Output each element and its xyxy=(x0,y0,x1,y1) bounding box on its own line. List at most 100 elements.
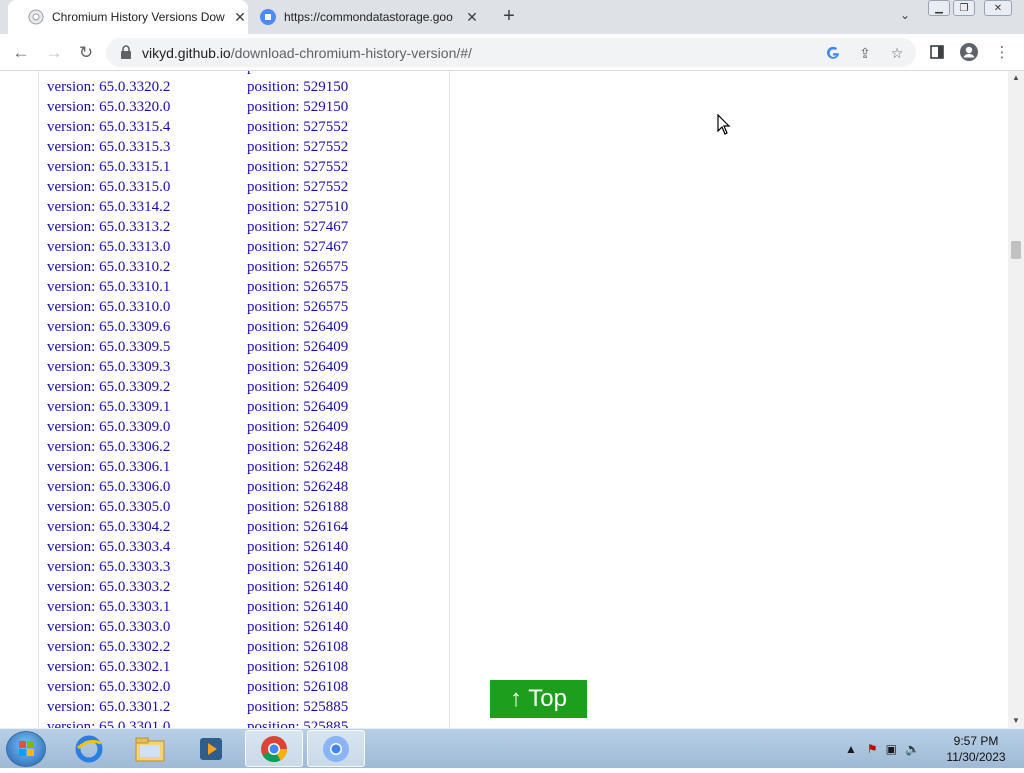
list-item[interactable]: version: 65.0.3303.2 position: 526140 xyxy=(47,577,447,597)
list-item[interactable]: version: 65.0.3303.3 position: 526140 xyxy=(47,557,447,577)
internet-explorer-icon[interactable] xyxy=(60,730,118,767)
position-link[interactable]: position: 527467 xyxy=(247,237,348,257)
version-link[interactable]: version: 65.0.3303.1 xyxy=(47,597,170,617)
version-link[interactable]: version: 65.0.3302.2 xyxy=(47,637,170,657)
list-item[interactable]: version: 65.0.3313.2 position: 527467 xyxy=(47,217,447,237)
list-item[interactable]: version: 65.0.3315.4 position: 527552 xyxy=(47,117,447,137)
list-item[interactable]: version: 65.0.3305.0 position: 526188 xyxy=(47,497,447,517)
version-link[interactable]: version: 65.0.3320.0 xyxy=(47,97,170,117)
position-link[interactable]: position: 526140 xyxy=(247,577,348,597)
version-link[interactable]: version: 65.0.3303.0 xyxy=(47,617,170,637)
list-item[interactable]: version: 65.0.3315.1 position: 527552 xyxy=(47,157,447,177)
version-link[interactable]: version: 65.0.3303.3 xyxy=(47,557,170,577)
position-link[interactable]: position: 527552 xyxy=(247,117,348,137)
list-item[interactable]: version: 65.0.3313.0 position: 527467 xyxy=(47,237,447,257)
url-text[interactable]: vikyd.github.io/download-chromium-histor… xyxy=(142,45,472,61)
position-link[interactable]: position: 526248 xyxy=(247,477,348,497)
version-link[interactable]: version: 65.0.3310.1 xyxy=(47,277,170,297)
address-bar[interactable]: vikyd.github.io/download-chromium-histor… xyxy=(106,38,916,67)
position-link[interactable]: position: 526108 xyxy=(247,657,348,677)
profile-avatar-icon[interactable] xyxy=(959,42,979,62)
position-link[interactable]: position: 527552 xyxy=(247,177,348,197)
list-item[interactable]: version: 65.0.3309.1 position: 526409 xyxy=(47,397,447,417)
list-item[interactable]: version: 65.0.3306.0 position: 526248 xyxy=(47,477,447,497)
version-link[interactable]: version: 65.0.3310.2 xyxy=(47,257,170,277)
list-item[interactable]: version: 65.0.3303.4 position: 526140 xyxy=(47,537,447,557)
list-item[interactable]: version: 65.0.3306.2 position: 526248 xyxy=(47,437,447,457)
position-link[interactable]: position: 527552 xyxy=(247,137,348,157)
position-link[interactable]: position: 526409 xyxy=(247,417,348,437)
list-item[interactable]: version: 65.0.3320.2 position: 529150 xyxy=(47,77,447,97)
position-link[interactable]: position: 526164 xyxy=(247,517,348,537)
chrome-taskbar-icon[interactable] xyxy=(245,730,303,767)
list-item[interactable]: version: 65.0.3310.1 position: 526575 xyxy=(47,277,447,297)
show-hidden-icons-icon[interactable]: ▲ xyxy=(845,742,857,756)
version-link[interactable]: version: 65.0.3301.0 xyxy=(47,717,170,728)
scroll-down-arrow-icon[interactable]: ▼ xyxy=(1008,714,1024,728)
back-to-top-button[interactable]: ↑ Top xyxy=(490,680,587,718)
list-item[interactable]: version: 65.0.3310.2 position: 526575 xyxy=(47,257,447,277)
list-item[interactable]: version: 65.0.3302.0 position: 526108 xyxy=(47,677,447,697)
restore-button[interactable]: ❐ xyxy=(953,0,975,16)
position-link[interactable]: position: 526140 xyxy=(247,557,348,577)
position-link[interactable]: position: 526575 xyxy=(247,257,348,277)
list-item[interactable]: version: 65.0.3302.1 position: 526108 xyxy=(47,657,447,677)
version-link[interactable]: version: 65.0.3315.3 xyxy=(47,137,170,157)
scrollbar-thumb[interactable] xyxy=(1011,241,1021,259)
position-link[interactable]: position: 526409 xyxy=(247,337,348,357)
version-link[interactable]: version: 65.0.3310.0 xyxy=(47,297,170,317)
version-link[interactable]: version: 65.0.3314.2 xyxy=(47,197,170,217)
list-item[interactable]: version: 65.0.3302.2 position: 526108 xyxy=(47,637,447,657)
position-link[interactable]: position: 527510 xyxy=(247,197,348,217)
version-link[interactable]: version: 65.0.3315.4 xyxy=(47,117,170,137)
google-lens-icon[interactable] xyxy=(824,44,842,62)
position-link[interactable]: position: 526108 xyxy=(247,637,348,657)
list-item[interactable]: version: 65.0.3315.3 position: 527552 xyxy=(47,137,447,157)
version-link[interactable]: version: 65.0.3313.0 xyxy=(47,237,170,257)
position-link[interactable]: position: 525885 xyxy=(247,717,348,728)
taskbar-clock[interactable]: 9:57 PM 11/30/2023 xyxy=(936,733,1016,765)
position-link[interactable]: position: 527467 xyxy=(247,217,348,237)
position-link[interactable]: position: 527552 xyxy=(247,157,348,177)
version-link[interactable]: version: 65.0.3315.0 xyxy=(47,177,170,197)
list-item[interactable]: version: 65.0.3304.2 position: 526164 xyxy=(47,517,447,537)
scroll-up-arrow-icon[interactable]: ▲ xyxy=(1008,71,1024,85)
position-link[interactable]: position: 526409 xyxy=(247,397,348,417)
version-link[interactable]: version: 65.0.3309.3 xyxy=(47,357,170,377)
version-link[interactable]: version: 65.0.3301.2 xyxy=(47,697,170,717)
start-button[interactable] xyxy=(6,731,46,767)
lock-icon[interactable] xyxy=(120,45,132,59)
version-link[interactable]: version: 65.0.3302.0 xyxy=(47,677,170,697)
list-item[interactable]: version: 65.0.3310.0 position: 526575 xyxy=(47,297,447,317)
version-link[interactable]: version: 65.0.3309.5 xyxy=(47,337,170,357)
close-window-button[interactable]: ✕ xyxy=(984,0,1012,16)
version-link[interactable]: version: 65.0.3303.2 xyxy=(47,577,170,597)
tab-commondatastorage[interactable]: https://commondatastorage.goo ✕ xyxy=(240,0,490,34)
position-link[interactable]: position: 526248 xyxy=(247,437,348,457)
version-link[interactable]: version: 65.0.3309.1 xyxy=(47,397,170,417)
network-icon[interactable]: ▣ xyxy=(886,742,897,756)
list-item[interactable]: version: 65.0.3314.2 position: 527510 xyxy=(47,197,447,217)
list-item[interactable]: version: 65.0.3309.5 position: 526409 xyxy=(47,337,447,357)
list-item[interactable]: version: 65.0.3309.0 position: 526409 xyxy=(47,417,447,437)
page-scrollbar[interactable]: ▲ ▼ xyxy=(1008,71,1024,728)
tab-chromium-history[interactable]: Chromium History Versions Dow ✕ xyxy=(8,0,248,34)
back-button[interactable]: ← xyxy=(10,42,32,64)
list-item[interactable]: version: 65.0.3309.3 position: 526409 xyxy=(47,357,447,377)
position-link[interactable]: position: 526140 xyxy=(247,597,348,617)
side-panel-icon[interactable] xyxy=(927,42,947,62)
version-link[interactable]: version: 65.0.3304.2 xyxy=(47,517,170,537)
version-link[interactable]: version: 65.0.3306.2 xyxy=(47,437,170,457)
position-link[interactable]: position: 529150 xyxy=(247,97,348,117)
position-link[interactable]: position: 526188 xyxy=(247,497,348,517)
list-item[interactable]: version: 65.0.3309.2 position: 526409 xyxy=(47,377,447,397)
version-link[interactable]: version: 65.0.3315.1 xyxy=(47,157,170,177)
forward-button[interactable]: → xyxy=(43,42,65,64)
share-icon[interactable]: ⇪ xyxy=(856,44,874,62)
position-link[interactable]: position: 526409 xyxy=(247,317,348,337)
version-link[interactable]: version: 65.0.3305.0 xyxy=(47,497,170,517)
version-link[interactable]: version: 65.0.3309.0 xyxy=(47,417,170,437)
list-item[interactable]: version: 65.0.3303.1 position: 526140 xyxy=(47,597,447,617)
version-link[interactable]: version: 65.0.3302.1 xyxy=(47,657,170,677)
position-link[interactable]: position: 526108 xyxy=(247,677,348,697)
